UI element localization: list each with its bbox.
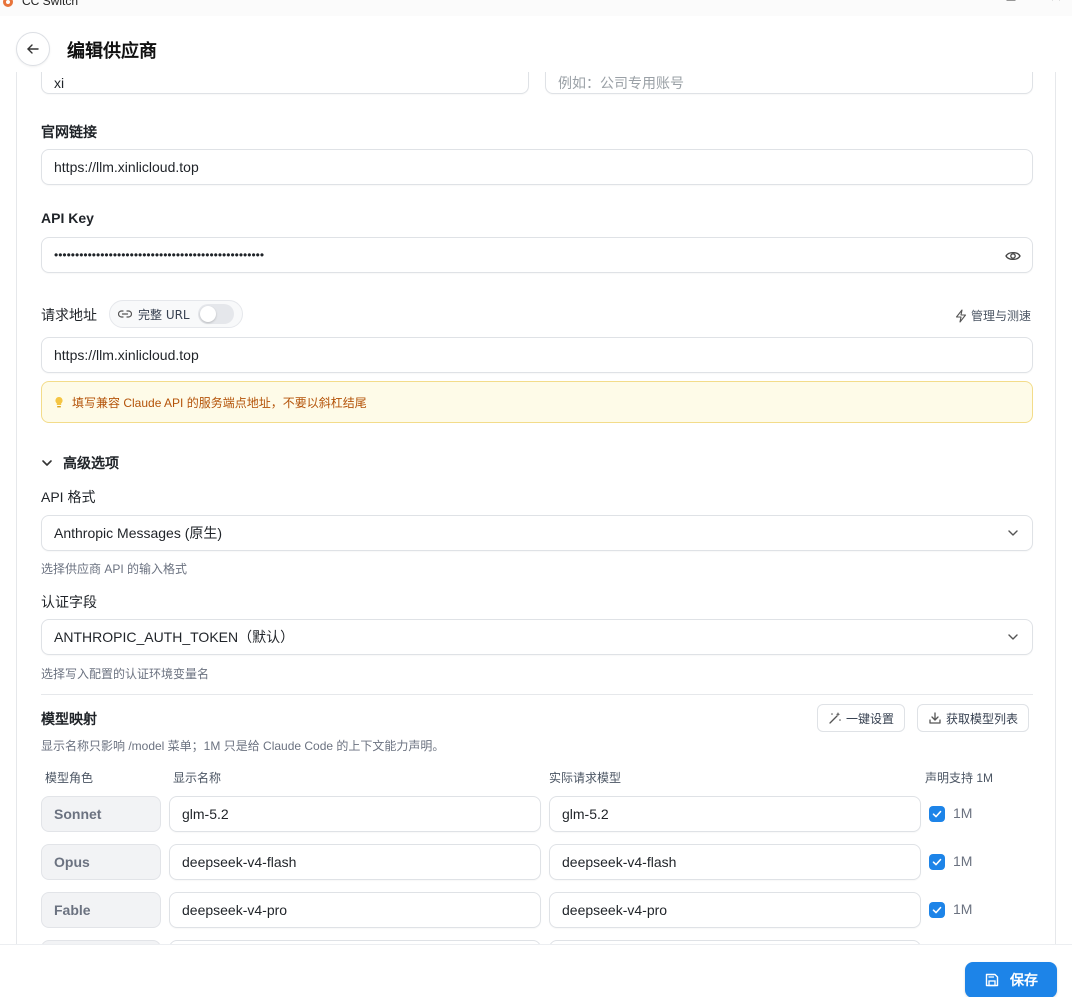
support-1m-checkbox[interactable] [929, 806, 945, 822]
check-icon [932, 810, 942, 818]
close-icon[interactable] [1050, 0, 1064, 8]
endpoint-tip: 填写兼容 Claude API 的服务端点地址，不要以斜杠结尾 [41, 381, 1033, 423]
download-icon [929, 712, 941, 724]
page-title: 编辑供应商 [67, 41, 157, 62]
column-header-display: 显示名称 [173, 771, 222, 785]
full-url-switch[interactable] [197, 304, 234, 324]
lightning-icon [955, 308, 967, 323]
chevron-down-icon [42, 460, 52, 466]
support-1m-label: 1M [953, 853, 973, 869]
window-titlebar: CC Switch [0, 0, 1072, 16]
website-input[interactable]: https://llm.xinlicloud.top [41, 149, 1033, 185]
link-icon [118, 310, 132, 318]
chevron-down-icon [1008, 530, 1018, 536]
model-role-fable: Fable [41, 892, 161, 928]
endpoint-input[interactable]: https://llm.xinlicloud.top [41, 337, 1033, 373]
api-format-label: API 格式 [41, 489, 96, 505]
actual-model-input[interactable]: deepseek-v4-flash [549, 844, 921, 880]
advanced-options-toggle[interactable]: 高级选项 [41, 453, 119, 473]
api-key-input[interactable]: ••••••••••••••••••••••••••••••••••••••••… [41, 237, 1033, 273]
app-logo-icon [3, 0, 13, 7]
model-role-sonnet: Sonnet [41, 796, 161, 832]
api-format-hint: 选择供应商 API 的输入格式 [41, 562, 188, 576]
full-url-label: 完整 URL [138, 307, 190, 322]
form-panel[interactable]: xi 例如：公司专用账号 官网链接 https://llm.xinlicloud… [16, 72, 1056, 944]
check-icon [932, 906, 942, 914]
website-label: 官网链接 [41, 124, 97, 140]
display-name-input[interactable]: glm-5.2 [169, 796, 541, 832]
endpoint-label: 请求地址 [41, 307, 97, 323]
chevron-down-icon [1008, 634, 1018, 640]
model-mapping-label: 模型映射 [41, 711, 97, 727]
support-1m-checkbox[interactable] [929, 902, 945, 918]
app-title: CC Switch [22, 0, 79, 8]
save-button[interactable]: 保存 [965, 962, 1057, 997]
display-name-input[interactable]: deepseek-v4-flash [169, 844, 541, 880]
eye-icon[interactable] [1005, 249, 1021, 263]
actual-model-input[interactable]: glm-5.2 [549, 796, 921, 832]
support-1m-label: 1M [953, 901, 973, 917]
name-input[interactable]: xi [41, 72, 529, 94]
column-header-support: 声明支持 1M [925, 771, 994, 785]
back-button[interactable] [16, 32, 50, 66]
auth-field-label: 认证字段 [41, 594, 97, 610]
lightbulb-icon [55, 396, 63, 407]
magic-wand-icon [829, 712, 841, 724]
save-icon [985, 973, 999, 987]
api-format-select[interactable]: Anthropic Messages (原生) [41, 515, 1033, 551]
minimize-icon[interactable] [954, 0, 968, 8]
page-footer: 保存 [0, 944, 1072, 997]
full-url-toggle[interactable]: 完整 URL [109, 300, 243, 328]
manage-speedtest-button[interactable]: 管理与测速 [955, 307, 1031, 324]
fetch-models-button[interactable]: 获取模型列表 [917, 704, 1030, 732]
check-icon [932, 858, 942, 866]
maximize-icon[interactable] [1004, 0, 1018, 8]
api-key-label: API Key [41, 210, 94, 226]
display-name-input[interactable]: deepseek-v4-pro [169, 892, 541, 928]
arrow-left-icon [27, 44, 39, 54]
one-click-setup-button[interactable]: 一键设置 [817, 704, 906, 732]
auth-field-hint: 选择写入配置的认证环境变量名 [41, 667, 210, 681]
column-header-role: 模型角色 [45, 771, 94, 785]
model-mapping-hint: 显示名称只影响 /model 菜单；1M 只是给 Claude Code 的上下… [41, 739, 445, 753]
support-1m-checkbox[interactable] [929, 854, 945, 870]
column-header-actual: 实际请求模型 [549, 771, 622, 785]
section-divider [41, 694, 1033, 695]
note-input[interactable]: 例如：公司专用账号 [545, 72, 1033, 94]
auth-field-select[interactable]: ANTHROPIC_AUTH_TOKEN（默认） [41, 619, 1033, 655]
model-role-opus: Opus [41, 844, 161, 880]
support-1m-label: 1M [953, 805, 973, 821]
actual-model-input[interactable]: deepseek-v4-pro [549, 892, 921, 928]
